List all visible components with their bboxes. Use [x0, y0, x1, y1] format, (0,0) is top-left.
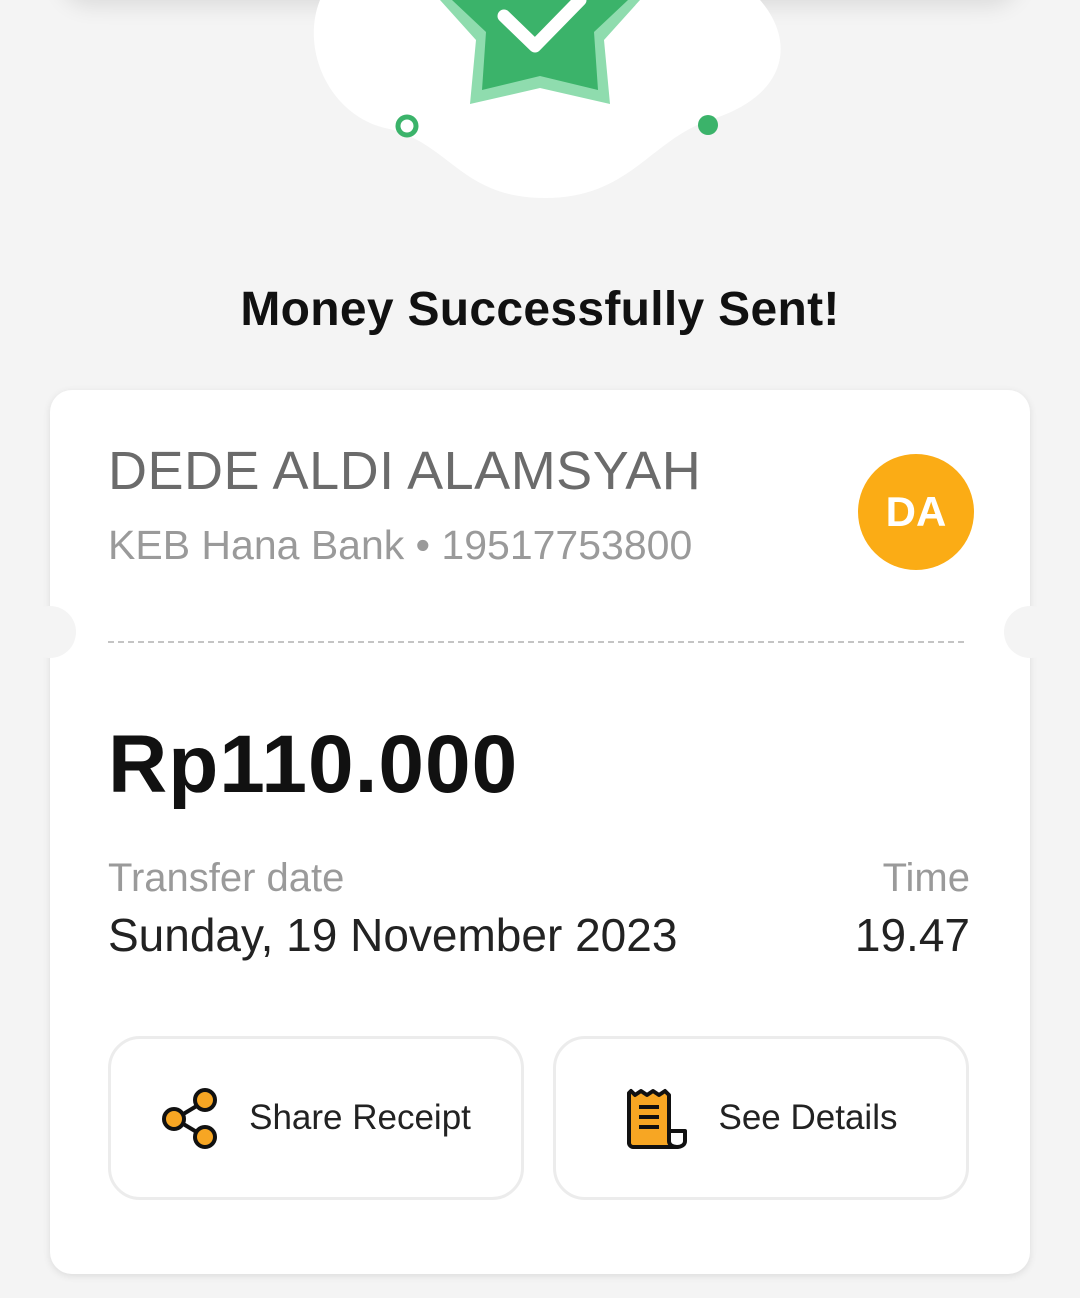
success-star-check-icon [313, 0, 781, 198]
see-details-label: See Details [718, 1098, 898, 1137]
transfer-date-value: Sunday, 19 November 2023 [108, 909, 678, 961]
share-receipt-label: Share Receipt [249, 1098, 471, 1137]
receipt-icon [625, 1087, 691, 1149]
recipient-name: DEDE ALDI ALAMSYAH [108, 441, 702, 501]
dashed-divider [108, 641, 964, 643]
transfer-amount: Rp110.000 [108, 719, 519, 810]
transfer-receipt-card: DEDE ALDI ALAMSYAH KEB Hana Bank • 19517… [24, 390, 1056, 1274]
transfer-time-label: Time [882, 856, 970, 900]
page-title: Money Successfully Sent! [240, 283, 840, 336]
share-icon [161, 1087, 221, 1149]
ticket-notch-right [1004, 606, 1056, 658]
share-receipt-button[interactable]: Share Receipt [108, 1036, 524, 1200]
transfer-time-value: 19.47 [854, 909, 970, 961]
recipient-bank-account: KEB Hana Bank • 19517753800 [108, 522, 693, 568]
avatar: DA [858, 454, 974, 570]
ticket-notch-left [24, 606, 76, 658]
success-illustration [290, 0, 790, 210]
see-details-button[interactable]: See Details [553, 1036, 969, 1200]
transfer-date-label: Transfer date [108, 856, 345, 900]
